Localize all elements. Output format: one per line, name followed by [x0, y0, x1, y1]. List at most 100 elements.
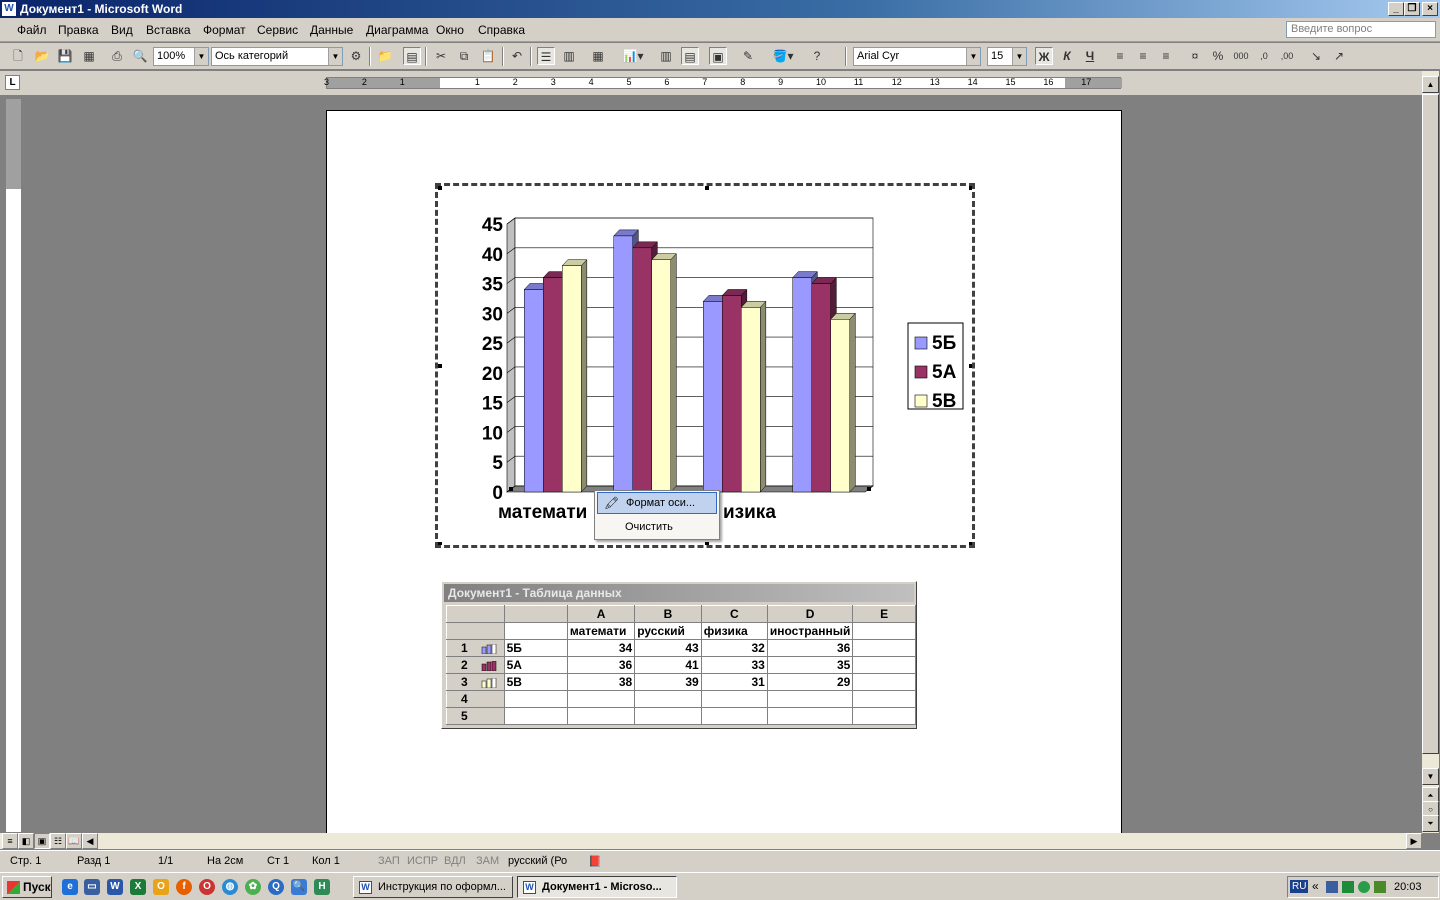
column-header[interactable]: A — [566, 605, 636, 623]
save-icon[interactable]: 💾 — [56, 47, 74, 65]
font-select[interactable]: Arial Cyr ▼ — [853, 47, 981, 66]
chart-type-icon[interactable]: 📊▾ — [618, 47, 648, 65]
status-extend[interactable]: ВДЛ — [444, 855, 466, 867]
opera-icon[interactable]: O — [199, 879, 215, 895]
value-cell[interactable]: 34 — [566, 639, 636, 657]
minimize-button[interactable]: _ — [1388, 2, 1404, 16]
tray-expand-icon[interactable]: « — [1312, 879, 1319, 893]
category-cell[interactable]: физика — [700, 622, 768, 640]
series-label-cell[interactable]: 5А — [503, 656, 568, 674]
currency-icon[interactable]: ¤ — [1186, 47, 1204, 65]
series-label-cell[interactable]: 5В — [503, 673, 568, 691]
column-header[interactable]: D — [766, 605, 854, 623]
drawing-icon[interactable]: ✎ — [739, 47, 757, 65]
word-app-icon[interactable]: W — [2, 2, 16, 16]
increase-decimal-icon[interactable]: ,0 — [1255, 47, 1273, 65]
italic-button[interactable]: К — [1058, 47, 1076, 65]
table-cell[interactable] — [503, 622, 568, 640]
menu-tools[interactable]: Сервис — [257, 23, 298, 37]
underline-button[interactable]: Ч — [1081, 47, 1099, 65]
value-gridlines-icon[interactable]: ▤ — [681, 47, 699, 65]
align-right-icon[interactable]: ≡ — [1157, 47, 1175, 65]
category-cell[interactable]: иностранный — [766, 622, 854, 640]
value-cell[interactable]: 39 — [634, 673, 702, 691]
table-cell[interactable] — [852, 690, 916, 708]
excel-icon[interactable]: X — [130, 879, 146, 895]
row-header[interactable]: 2 — [446, 656, 505, 674]
menu-format[interactable]: Формат — [203, 23, 246, 37]
legend-icon[interactable]: ▣ — [709, 47, 727, 65]
value-cell[interactable] — [852, 639, 916, 657]
datasheet-window[interactable]: Документ1 - Таблица данных A B C D E мат… — [441, 581, 917, 729]
format-object-icon[interactable]: ⚙ — [347, 47, 365, 65]
icq-icon[interactable]: ✿ — [245, 879, 261, 895]
row-header[interactable]: 1 — [446, 639, 505, 657]
scroll-right-icon[interactable]: ▶ — [1406, 833, 1422, 849]
horizontal-scrollbar[interactable]: ≡ ◧ ▣ ☷ 📖 ◀ ▶ — [0, 833, 1422, 849]
new-document-icon[interactable]: 🗋 — [9, 47, 27, 65]
copy-icon[interactable]: ⧉ — [455, 47, 473, 65]
app-tray-icon[interactable] — [1342, 881, 1354, 893]
cut-icon[interactable]: ✂ — [432, 47, 450, 65]
value-cell[interactable]: 36 — [766, 639, 854, 657]
category-gridlines-icon[interactable]: ▥ — [657, 47, 675, 65]
font-size-select[interactable]: 15 ▼ — [987, 47, 1027, 66]
task-instruction[interactable]: W Инструкция по оформл... — [353, 876, 513, 898]
table-cell[interactable] — [700, 707, 768, 725]
outline-view-icon[interactable]: ☷ — [50, 833, 66, 849]
menu-insert[interactable]: Вставка — [146, 23, 191, 37]
scroll-up-icon[interactable]: ▲ — [1422, 76, 1439, 93]
ask-question-input[interactable]: Введите вопрос — [1286, 21, 1436, 38]
icq-tray-icon[interactable] — [1358, 881, 1370, 893]
menu-help[interactable]: Справка — [478, 23, 525, 37]
scroll-down-icon[interactable]: ▼ — [1422, 768, 1439, 785]
table-cell[interactable] — [566, 707, 636, 725]
antivirus-tray-icon[interactable] — [1374, 881, 1386, 893]
language-indicator[interactable]: RU — [1290, 880, 1309, 893]
column-header-empty[interactable] — [503, 605, 568, 623]
row-header-empty[interactable] — [446, 622, 505, 640]
status-track[interactable]: ИСПР — [407, 855, 438, 867]
table-cell[interactable] — [634, 707, 702, 725]
next-page-icon[interactable]: ⏷ — [1422, 815, 1439, 832]
web-view-icon[interactable]: ◧ — [18, 833, 34, 849]
start-button[interactable]: Пуск — [2, 876, 52, 898]
bold-button[interactable]: Ж — [1035, 47, 1053, 65]
firefox-icon[interactable]: f — [176, 879, 192, 895]
fill-color-icon[interactable]: 🪣▾ — [768, 47, 798, 65]
by-column-icon[interactable]: ▥ — [560, 47, 578, 65]
datasheet-title[interactable]: Документ1 - Таблица данных — [444, 584, 914, 602]
row-header[interactable]: 3 — [446, 673, 505, 691]
vertical-scrollbar[interactable]: ▲ ▼ ⏶ ○ ⏷ — [1422, 71, 1439, 833]
value-cell[interactable] — [852, 673, 916, 691]
row-header[interactable]: 5 — [446, 707, 505, 725]
chart-objects-select[interactable]: Ось категорий ▼ — [211, 47, 343, 66]
help-icon[interactable]: ? — [808, 47, 826, 65]
vertical-ruler[interactable] — [5, 98, 22, 833]
value-cell[interactable]: 41 — [634, 656, 702, 674]
category-cell[interactable]: математи — [566, 622, 636, 640]
menu-window[interactable]: Окно — [436, 23, 464, 37]
internet-explorer-icon[interactable]: e — [62, 879, 78, 895]
decrease-decimal-icon[interactable]: ,00 — [1278, 47, 1296, 65]
print-preview-icon[interactable]: 🔍 — [131, 47, 149, 65]
zoom-select[interactable]: 100% ▼ — [153, 47, 209, 66]
app-h-icon[interactable]: H — [314, 879, 330, 895]
search-icon[interactable]: 🔍 — [291, 879, 307, 895]
network-icon[interactable]: ◍ — [222, 879, 238, 895]
category-cell[interactable] — [852, 622, 916, 640]
horizontal-ruler[interactable]: L 3 2 1 1 2 3 4 5 6 7 8 9 10 11 12 13 14 15 16 17 — [0, 71, 1422, 95]
qip-icon[interactable]: Q — [268, 879, 284, 895]
print-layout-view-icon[interactable]: ▣ — [34, 833, 50, 849]
table-cell[interactable] — [766, 707, 854, 725]
table-cell[interactable] — [503, 707, 568, 725]
normal-view-icon[interactable]: ≡ — [2, 833, 18, 849]
percent-icon[interactable]: % — [1209, 47, 1227, 65]
paste-icon[interactable]: 📋 — [479, 47, 497, 65]
permission-icon[interactable]: ▦ — [80, 47, 98, 65]
status-record[interactable]: ЗАП — [378, 855, 400, 867]
value-cell[interactable]: 31 — [700, 673, 768, 691]
table-cell[interactable] — [700, 690, 768, 708]
table-cell[interactable] — [766, 690, 854, 708]
value-cell[interactable]: 33 — [700, 656, 768, 674]
